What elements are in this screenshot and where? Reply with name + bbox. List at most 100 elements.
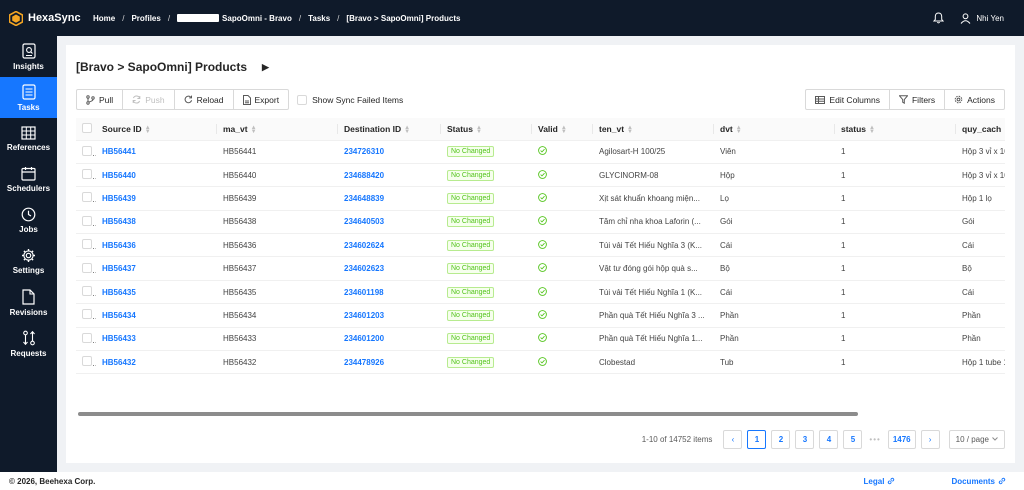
breadcrumb-home[interactable]: Home [93, 14, 115, 23]
prev-page-button[interactable]: ‹ [723, 429, 743, 449]
destination-id-link[interactable]: 234478926 [344, 358, 384, 367]
ten-vt-cell: Vật tư đóng gói hộp quà s... [593, 256, 714, 281]
export-button[interactable]: Export [232, 89, 290, 110]
edit-columns-button[interactable]: Edit Columns [805, 89, 890, 110]
destination-id-link[interactable]: 234601200 [344, 334, 384, 343]
table-row[interactable]: HB56436 HB56436 234602624 No Changed Túi vải… [76, 233, 1005, 258]
sidebar-item-settings[interactable]: Settings [0, 241, 57, 282]
show-sync-failed-checkbox[interactable] [297, 94, 308, 105]
sort-icon[interactable]: ▲▼ [251, 125, 257, 135]
source-id-link[interactable]: HB56438 [102, 217, 136, 226]
horizontal-scrollbar[interactable] [76, 411, 1005, 417]
last-page-button[interactable]: 1476 [887, 429, 916, 449]
page-button[interactable]: 5 [843, 429, 863, 449]
page-button[interactable]: 1 [747, 429, 767, 449]
breadcrumb-profiles[interactable]: Profiles [131, 14, 160, 23]
page-button[interactable]: 2 [771, 429, 791, 449]
table-row[interactable]: HB56433 HB56433 234601200 No Changed Phần qu… [76, 327, 1005, 352]
destination-id-link[interactable]: 234648839 [344, 194, 384, 203]
table-row[interactable]: HB56439 HB56439 234648839 No Changed Xịt sát… [76, 186, 1005, 211]
row-checkbox[interactable] [82, 286, 92, 297]
legal-link[interactable]: Legal [836, 477, 896, 486]
page-button[interactable]: 3 [795, 429, 815, 449]
source-id-link[interactable]: HB56433 [102, 334, 136, 343]
row-checkbox[interactable] [82, 332, 92, 343]
table-row[interactable]: HB56440 HB56440 234688420 No Changed GLYCINO… [76, 163, 1005, 188]
column-header[interactable]: Status ▲ ▼ [441, 118, 532, 141]
source-id-link[interactable]: HB56436 [102, 241, 136, 250]
column-header[interactable]: Valid ▲ ▼ [532, 118, 593, 141]
source-id-link[interactable]: HB56441 [102, 147, 136, 156]
table-row[interactable]: HB56435 HB56435 234601198 No Changed Túi vải… [76, 280, 1005, 305]
scrollbar-thumb[interactable] [78, 412, 858, 416]
table-row[interactable]: HB56438 HB56438 234640503 No Changed Tăm chỉ… [76, 210, 1005, 235]
bell-icon[interactable] [933, 12, 945, 24]
destination-id-link[interactable]: 234601198 [344, 288, 384, 297]
table-row[interactable]: HB56437 HB56437 234602623 No Changed Vật tư … [76, 256, 1005, 281]
destination-id-link[interactable]: 234640503 [344, 217, 384, 226]
table-row[interactable]: HB56434 HB56434 234601203 No Changed Phần qu… [76, 303, 1005, 328]
table-row[interactable]: HB56432 HB56432 234478926 No Changed Clobest… [76, 350, 1005, 375]
sort-icon[interactable]: ▲▼ [627, 125, 633, 135]
row-checkbox[interactable] [82, 309, 92, 320]
row-checkbox[interactable] [82, 169, 92, 180]
destination-id-link[interactable]: 234688420 [344, 171, 384, 180]
sort-icon[interactable]: ▲▼ [476, 125, 482, 135]
pull-button[interactable]: Pull [76, 89, 124, 110]
column-header[interactable]: dvt ▲ ▼ [714, 118, 835, 141]
source-id-link[interactable]: HB56432 [102, 358, 136, 367]
row-checkbox[interactable] [82, 262, 92, 273]
push-button[interactable]: Push [122, 89, 175, 110]
destination-id-link[interactable]: 234726310 [344, 147, 384, 156]
breadcrumb-tasks[interactable]: Tasks [308, 14, 330, 23]
pagination-ellipsis[interactable]: ••• [869, 435, 880, 444]
column-header[interactable]: quy_cach▲▼ [956, 118, 1005, 141]
row-checkbox[interactable] [82, 239, 92, 250]
sort-icon[interactable]: ▲▼ [1004, 125, 1005, 135]
caret-right-icon[interactable]: ▶ [262, 62, 269, 73]
destination-id-link[interactable]: 234601203 [344, 311, 384, 320]
row-checkbox[interactable] [82, 192, 92, 203]
destination-id-link[interactable]: 234602623 [344, 264, 384, 273]
column-header[interactable]: ten_vt ▲ ▼ [593, 118, 714, 141]
column-header[interactable]: ma_vt ▲ ▼ [217, 118, 338, 141]
source-id-link[interactable]: HB56435 [102, 288, 136, 297]
page-size-select[interactable]: 10 / page [948, 429, 1005, 449]
select-all-checkbox[interactable] [82, 122, 92, 133]
actions-button[interactable]: Actions [944, 89, 1005, 110]
breadcrumb-profile-wrap[interactable]: SapoOmni - Bravo [177, 14, 292, 23]
sort-icon[interactable]: ▲▼ [404, 125, 410, 135]
column-header[interactable]: status ▲ ▼ [835, 118, 956, 141]
sidebar-item-insights[interactable]: Insights [0, 36, 57, 77]
sort-icon[interactable]: ▲▼ [561, 125, 567, 135]
destination-id-link[interactable]: 234602624 [344, 241, 384, 250]
column-header[interactable]: Destination ID ▲ ▼ [338, 118, 441, 141]
sidebar-item-requests[interactable]: Requests [0, 323, 57, 364]
source-id-link[interactable]: HB56434 [102, 311, 136, 320]
sort-icon[interactable]: ▲▼ [869, 125, 875, 135]
sidebar-item-references[interactable]: References [0, 118, 57, 159]
user-menu[interactable]: Nhi Yen [960, 12, 1004, 24]
next-page-button[interactable]: › [920, 429, 940, 449]
show-sync-failed-toggle[interactable]: Show Sync Failed Items [297, 94, 403, 105]
source-id-link[interactable]: HB56440 [102, 171, 136, 180]
page-button[interactable]: 4 [819, 429, 839, 449]
row-checkbox[interactable] [82, 215, 92, 226]
row-checkbox[interactable] [82, 145, 92, 156]
table-row[interactable]: HB56441 HB56441 234726310 No Changed Agilosa… [76, 140, 1005, 164]
sort-icon[interactable]: ▲▼ [736, 125, 742, 135]
breadcrumb-separator: / [337, 13, 340, 23]
documents-link[interactable]: Documents [923, 477, 1006, 486]
sort-icon[interactable]: ▲▼ [145, 125, 151, 135]
sidebar-item-schedulers[interactable]: Schedulers [0, 159, 57, 200]
source-id-link[interactable]: HB56437 [102, 264, 136, 273]
column-header[interactable]: Source ID ▲ ▼ [96, 118, 217, 141]
row-checkbox[interactable] [82, 356, 92, 367]
source-id-link[interactable]: HB56439 [102, 194, 136, 203]
app-logo[interactable]: HexaSync [0, 10, 86, 26]
sidebar-item-tasks[interactable]: Tasks [0, 77, 57, 118]
reload-button[interactable]: Reload [173, 89, 234, 110]
sidebar-item-revisions[interactable]: Revisions [0, 282, 57, 323]
sidebar-item-jobs[interactable]: Jobs [0, 200, 57, 241]
filters-button[interactable]: Filters [888, 89, 946, 110]
